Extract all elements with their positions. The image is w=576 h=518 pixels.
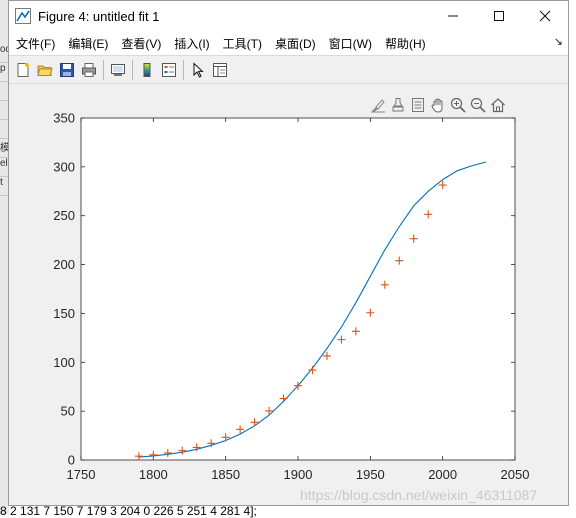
x-tick-label: 1800: [139, 467, 168, 482]
x-tick-label: 2050: [501, 467, 530, 482]
background-command-text: 8 2 131 7 150 7 179 3 204 0 226 5 251 4 …: [0, 504, 257, 518]
x-tick-label: 1950: [356, 467, 385, 482]
y-tick-label: 250: [53, 208, 75, 223]
plot-canvas: 1750 1800 1850 1900 1950 2000 2050 0 50 100 150 200…: [53, 111, 530, 483]
x-tick-label: 2000: [428, 467, 457, 482]
y-tick-label: 0: [68, 453, 75, 468]
y-tick-label: 150: [53, 306, 75, 321]
watermark: https://blog.csdn.net/weixin_46311087: [300, 487, 538, 503]
axes-box[interactable]: [80, 117, 516, 461]
x-tick-label: 1750: [67, 467, 96, 482]
y-tick-label: 50: [61, 404, 75, 419]
y-tick-label: 350: [53, 111, 75, 126]
x-tick-label: 1850: [211, 467, 240, 482]
y-tick-label: 200: [53, 257, 75, 272]
x-tick-label: 1900: [284, 467, 313, 482]
y-tick-label: 100: [53, 355, 75, 370]
y-tick-label: 300: [53, 159, 75, 174]
